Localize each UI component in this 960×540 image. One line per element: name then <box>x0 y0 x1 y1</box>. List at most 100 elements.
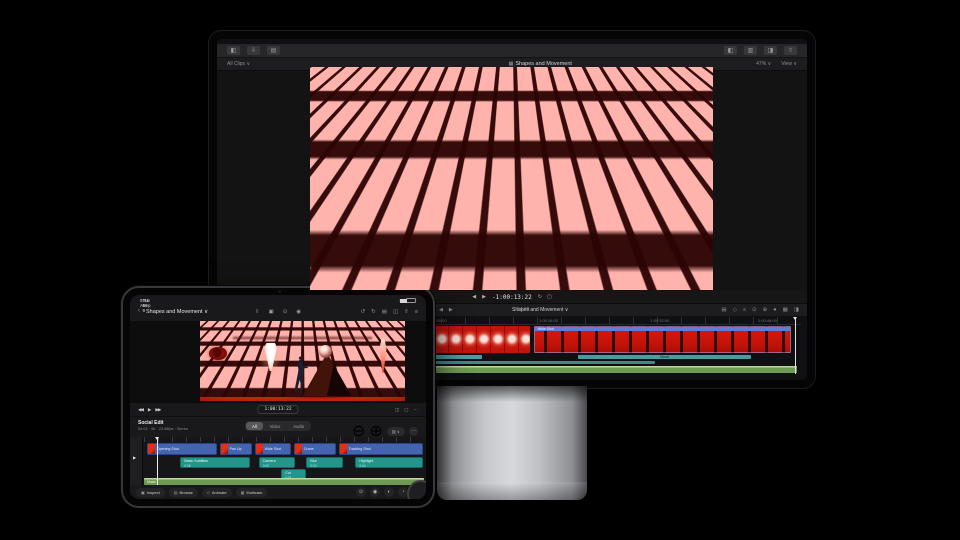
clip-label: Tracking Shot <box>348 447 371 451</box>
multicam-button-icon: ▦ <box>240 490 245 495</box>
tools-icon[interactable]: ≡ <box>743 307 746 313</box>
snapping-icon[interactable]: ● <box>773 307 776 313</box>
audio-clip-label: Music <box>147 479 156 484</box>
timeline-lanes: Opening Shot Pan Up Wide Shot Crane Tracking… <box>144 437 424 485</box>
connected-audio-clip[interactable] <box>420 361 656 364</box>
multicam-button[interactable]: ▦ Multicam <box>235 488 268 497</box>
clip-appearance-button[interactable]: ▥ ∨ <box>386 426 405 436</box>
clip-duration: 0:06 <box>184 463 191 468</box>
ipad-status-bar: 9:41 AM Tue Sep 9 ≋ <box>130 297 426 313</box>
music-audio-clip[interactable]: Music <box>144 478 424 485</box>
playhead[interactable] <box>792 317 797 374</box>
segment-all[interactable]: All <box>245 422 263 430</box>
ipad: 9:41 AM Tue Sep 9 ≋ ‹ Shapes and Movemen… <box>121 286 435 508</box>
clip-thumbnail <box>147 444 155 454</box>
settings-icon[interactable]: ≡ <box>415 309 418 315</box>
mic-icon[interactable]: ⊙ <box>283 309 288 315</box>
animate-button[interactable]: ◇ Animate <box>201 488 232 497</box>
connected-clip[interactable]: Blur 0:03 <box>306 457 343 468</box>
fullscreen-icon[interactable]: ▢ <box>404 407 408 413</box>
connected-clip[interactable]: Camera 0:02 <box>258 457 296 468</box>
sidebar-toggle-icon[interactable]: ◧ <box>227 46 240 55</box>
undo-icon[interactable]: ↺ <box>361 309 366 315</box>
clip-duration: 0:04 <box>359 463 366 468</box>
audio-skimming-icon[interactable]: ⊕ <box>763 307 768 313</box>
timeline-toggle-icon[interactable]: ▥ <box>744 46 757 55</box>
timeline-settings-icon[interactable]: ◨ <box>794 307 799 313</box>
voiceover-record-icon[interactable]: ⊙ <box>356 487 366 497</box>
segment-audio[interactable]: Audio <box>287 422 310 430</box>
export-icon[interactable]: ⇧ <box>404 309 409 315</box>
segment-video[interactable]: Video <box>264 422 287 430</box>
timeline-forward-icon[interactable]: ▶ <box>449 307 453 313</box>
ruler-timecode: 1:00:48:00 <box>757 318 777 323</box>
skip-back-icon[interactable]: ◀◀ <box>138 407 144 413</box>
connected-clip[interactable]: Basic Subtitles 0:06 <box>180 457 251 468</box>
import-icon[interactable]: ⇩ <box>255 309 260 315</box>
timeline-duration: 54:03 <box>517 306 530 313</box>
dancer-silhouette <box>289 356 312 396</box>
trim-icon[interactable]: ◐ <box>384 487 394 497</box>
clip-appearance-icon[interactable]: ▦ <box>783 307 788 313</box>
import-media-icon[interactable]: ⇩ <box>247 46 260 55</box>
video-lane: Wide Shot <box>420 326 797 353</box>
viewer-toggle-icon[interactable]: ◫ <box>393 309 398 315</box>
ruler-timecode: 1:00:32:00 <box>650 318 670 323</box>
timeline-side-strip[interactable]: ▶ <box>130 437 143 485</box>
browse-button-label: Browse <box>179 490 193 495</box>
index-icon[interactable]: ▤ <box>721 307 726 313</box>
ipad-ruler[interactable] <box>144 437 424 442</box>
skimming-icon[interactable]: ⊙ <box>752 307 757 313</box>
playhead[interactable] <box>154 437 159 485</box>
ipad-project-info: 54:03 · 4K · 23.98fps · Stereo <box>138 427 189 431</box>
browse-button[interactable]: ▤ Browse <box>168 488 198 497</box>
music-audio-clip[interactable] <box>420 366 798 373</box>
redo-icon[interactable]: ↻ <box>371 309 376 315</box>
inspector-toggle-icon[interactable]: ◨ <box>764 46 777 55</box>
play-icon[interactable]: ▶ <box>133 455 136 460</box>
clip-label: Crane <box>303 447 314 451</box>
loop-icon[interactable]: ↻ <box>538 294 542 300</box>
ipad-camera <box>278 290 281 293</box>
viewer-zoom-menu[interactable]: 47% ∨ <box>756 61 771 67</box>
viewer-view-menu[interactable]: View ∨ <box>781 61 797 67</box>
viewer-options-icon[interactable]: ◫ <box>395 407 399 413</box>
clip-duration: 0:02 <box>262 463 270 468</box>
browser-toggle-icon[interactable]: ▤ <box>382 309 387 315</box>
porthole-window <box>209 347 227 361</box>
skip-forward-icon[interactable]: ▶▶ <box>155 407 161 413</box>
play-icon[interactable]: ▶ <box>148 407 152 413</box>
capture-icon[interactable]: ◉ <box>370 487 380 497</box>
video-scene <box>310 67 713 290</box>
browser-toggle-icon[interactable]: ◧ <box>724 46 737 55</box>
voiceover-icon[interactable]: ◉ <box>296 309 301 315</box>
connected-clip[interactable]: Highlight 0:04 <box>355 457 423 468</box>
mac-ruler[interactable]: 1:00:00:00 1:00:16:00 1:00:32:00 1:00:48:00 <box>417 317 801 325</box>
connected-audio-clip[interactable]: Music <box>578 355 752 359</box>
clip-thumbnail <box>339 444 347 454</box>
video-clip[interactable]: Crane <box>293 443 336 455</box>
mirror-sphere <box>318 344 333 358</box>
timeline-back-icon[interactable]: ◀ <box>439 307 443 313</box>
fcp-ipad-toolbar: ‹ Shapes and Movement ∨ ⇩ ▣ ⊙ ◉ ↺ ↻ ▤ ◫ ⇧ ≡ <box>130 305 426 320</box>
bottom-circle-group: ⊙ ◉ ◐ ◔ <box>356 487 408 497</box>
play-icon[interactable]: ▶ <box>482 294 486 300</box>
video-clip-selected[interactable]: Wide Shot <box>533 326 792 353</box>
more-icon[interactable]: ⋯ <box>414 407 419 413</box>
marker-icon[interactable]: ◇ <box>733 307 737 313</box>
keyword-editor-icon[interactable]: ▤ <box>267 46 280 55</box>
more-options-icon[interactable]: ⋯ <box>409 426 418 436</box>
fcp-mac-timeline[interactable]: 1:00:00:00 1:00:16:00 1:00:32:00 1:00:48:00… <box>417 317 801 374</box>
video-clip[interactable]: Wide Shot <box>254 443 291 455</box>
video-clip[interactable]: Pan Up <box>219 443 252 455</box>
animate-button-icon: ◇ <box>206 490 210 495</box>
fcp-ipad-timeline[interactable]: ▶ Opening Shot Pan Up Wide Shot Crane Tracki… <box>130 437 426 485</box>
video-clip[interactable]: Tracking Shot <box>338 443 423 455</box>
ceiling-edge <box>232 337 373 339</box>
camera-icon[interactable]: ▣ <box>268 309 273 315</box>
skip-back-icon[interactable]: ◀ <box>472 294 476 300</box>
inspect-button[interactable]: ▣ Inspect <box>136 488 165 497</box>
fullscreen-icon[interactable]: ▢ <box>547 294 552 300</box>
video-clip[interactable] <box>420 326 530 353</box>
share-icon[interactable]: ⇧ <box>784 46 797 55</box>
